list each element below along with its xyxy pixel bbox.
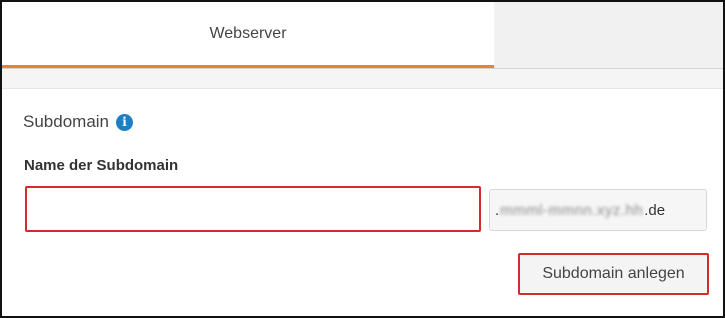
tab-webserver[interactable]: Webserver xyxy=(2,2,494,68)
tab-divider-band xyxy=(2,69,723,89)
panel: Webserver Subdomain i Name der Subdomain… xyxy=(0,0,725,318)
subdomain-name-input[interactable] xyxy=(25,186,481,232)
create-subdomain-button[interactable]: Subdomain anlegen xyxy=(518,253,709,295)
info-icon[interactable]: i xyxy=(116,113,134,131)
domain-redacted-text: mmml-mmnn.xyz.hh xyxy=(500,201,644,219)
section-heading: Subdomain i xyxy=(23,112,134,132)
tab-label: Webserver xyxy=(209,24,287,42)
subdomain-name-label: Name der Subdomain xyxy=(24,157,179,174)
domain-tld: .de xyxy=(644,201,666,219)
tab-bar: Webserver xyxy=(2,2,723,69)
domain-dot: . xyxy=(495,201,500,219)
section-title: Subdomain xyxy=(23,112,110,131)
domain-suffix-addon: . mmml-mmnn.xyz.hh .de xyxy=(489,189,707,231)
